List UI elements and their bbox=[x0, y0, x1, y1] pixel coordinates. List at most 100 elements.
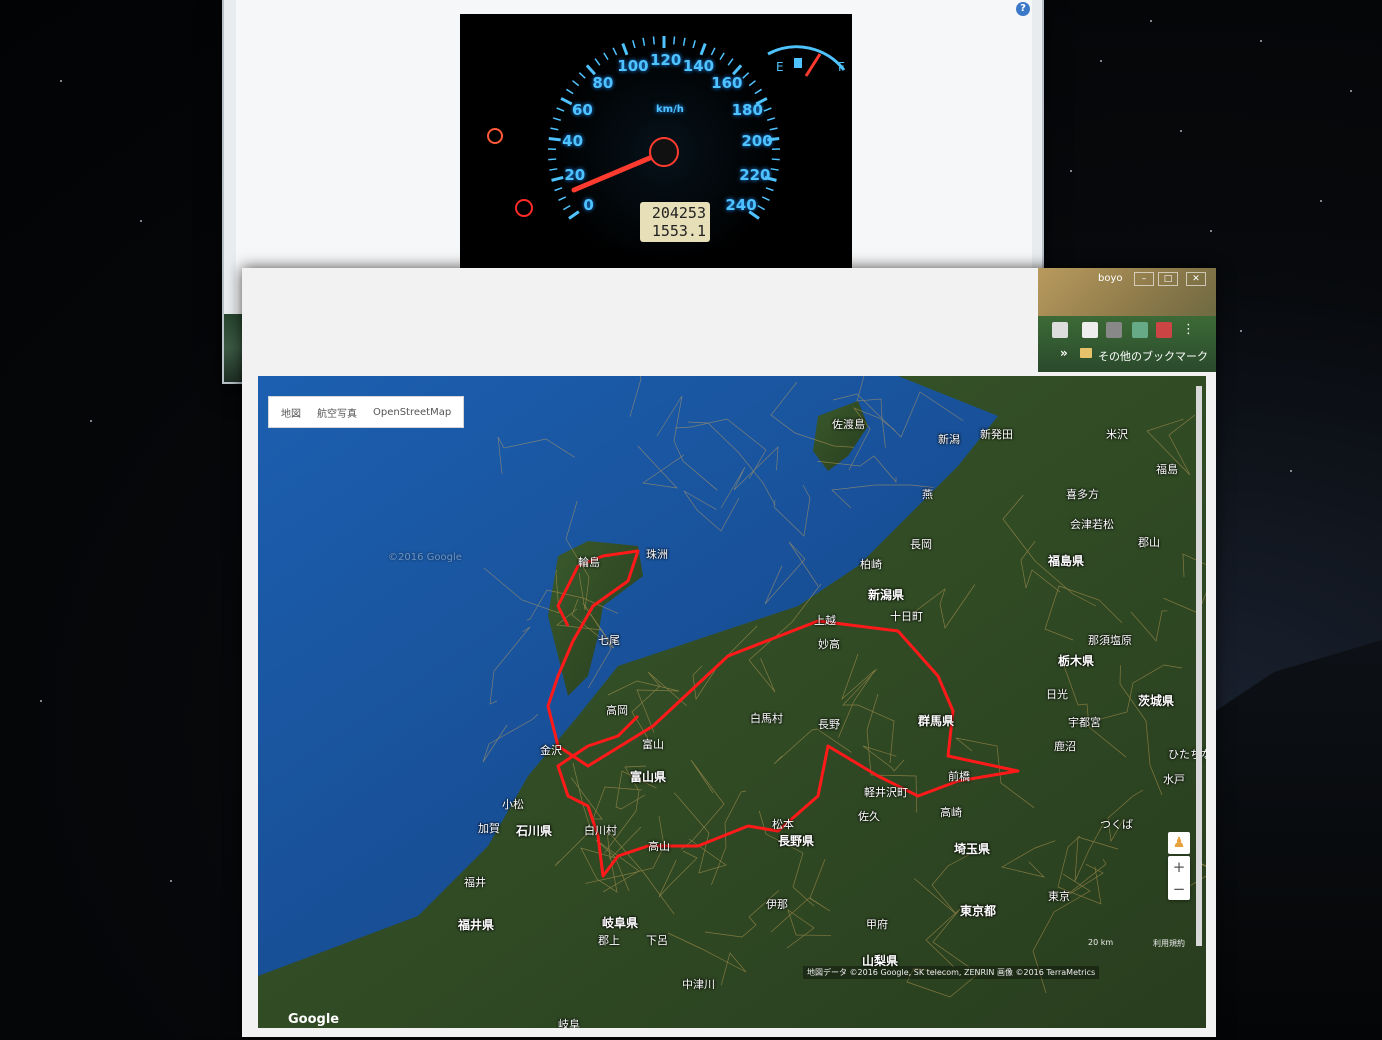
cursor-extension-icon[interactable] bbox=[1052, 322, 1068, 338]
dial-tick bbox=[758, 206, 765, 210]
place-label: つくば bbox=[1100, 816, 1133, 832]
terms-link[interactable]: 利用規約 bbox=[1153, 938, 1185, 949]
dial-tick bbox=[766, 188, 774, 191]
place-label: 柏崎 bbox=[860, 556, 882, 572]
map-scrollbar[interactable] bbox=[1196, 386, 1202, 946]
dial-tick bbox=[772, 159, 780, 160]
place-label: 下呂 bbox=[646, 932, 668, 948]
prefecture-label: 富山県 bbox=[630, 768, 666, 785]
minimize-icon[interactable]: – bbox=[1134, 272, 1154, 286]
dial-tick bbox=[549, 169, 557, 170]
map-type-roadmap[interactable]: 地図 bbox=[275, 403, 307, 422]
dial-tick bbox=[566, 89, 573, 93]
map-attribution: 地図データ ©2016 Google, SK telecom, ZENRIN 画… bbox=[803, 966, 1099, 979]
dial-tick bbox=[550, 128, 558, 130]
prefecture-label: 福島県 bbox=[1048, 552, 1084, 569]
dial-tick bbox=[552, 177, 564, 180]
map-view[interactable]: 佐渡島新潟新発田米沢福島喜多方会津若松燕長岡柏崎上越十日町妙高那須塩原日光宇都宮… bbox=[258, 376, 1206, 1028]
map-type-satellite[interactable]: 航空写真 bbox=[311, 403, 363, 422]
menu-icon[interactable]: ⋮ bbox=[1182, 322, 1198, 338]
prefecture-label: 東京都 bbox=[960, 902, 996, 919]
fuel-pump-icon bbox=[794, 58, 802, 68]
prefecture-label: 福井県 bbox=[458, 916, 494, 933]
place-label: 鹿沼 bbox=[1054, 738, 1076, 754]
zoom-in-button[interactable]: + bbox=[1168, 856, 1190, 878]
place-label: 宇都宮 bbox=[1068, 714, 1101, 730]
place-label: 岐阜 bbox=[558, 1016, 580, 1028]
map-type-switcher: 地図 航空写真 OpenStreetMap bbox=[268, 396, 464, 428]
dial-tick bbox=[643, 38, 644, 46]
prefecture-label: 長野県 bbox=[778, 832, 814, 849]
place-label: 伊那 bbox=[766, 896, 788, 912]
street-view-pegman-icon[interactable]: ♟ bbox=[1168, 832, 1190, 854]
dial-tick bbox=[755, 89, 762, 93]
dial-tick bbox=[595, 59, 600, 65]
parking-brake-warning-icon bbox=[516, 200, 532, 216]
dial-tick bbox=[553, 118, 561, 120]
dial-tick bbox=[767, 118, 775, 120]
maps-extension-icon[interactable] bbox=[1156, 322, 1172, 338]
dial-tick bbox=[579, 73, 585, 78]
other-bookmarks-folder[interactable]: その他のブックマーク bbox=[1098, 348, 1208, 364]
google-logo: Google bbox=[288, 1012, 339, 1027]
place-label: 郡山 bbox=[1138, 534, 1160, 550]
place-label: 長野 bbox=[818, 716, 840, 732]
satellite-map bbox=[258, 376, 1206, 1028]
dial-tick bbox=[711, 48, 715, 55]
dial-tick bbox=[749, 81, 755, 86]
star bbox=[140, 220, 142, 222]
star bbox=[1180, 130, 1182, 132]
star bbox=[90, 420, 92, 422]
place-label: 富山 bbox=[642, 736, 664, 752]
prefecture-label: 栃木県 bbox=[1058, 652, 1094, 669]
dial-tick bbox=[733, 65, 741, 74]
place-label: 新発田 bbox=[980, 426, 1013, 442]
dial-tick bbox=[749, 212, 759, 219]
odometer-value: 204253 bbox=[644, 204, 706, 222]
dial-tick bbox=[743, 73, 749, 78]
zoom-out-button[interactable]: − bbox=[1168, 878, 1190, 900]
place-label: 中津川 bbox=[682, 976, 715, 992]
star bbox=[60, 80, 62, 82]
page-extension-icon[interactable] bbox=[1082, 322, 1098, 338]
dial-tick bbox=[770, 128, 778, 130]
browser-window: boyo – □ ✕ ⋮ » その他のブックマーク bbox=[242, 268, 1216, 1037]
place-label: 小松 bbox=[502, 796, 524, 812]
place-label: 前橋 bbox=[948, 768, 970, 784]
bookmarks-overflow-button[interactable]: » bbox=[1060, 346, 1068, 360]
dial-tick bbox=[557, 108, 564, 111]
map-watermark: ©2016 Google bbox=[388, 552, 462, 563]
seatbelt-warning-icon bbox=[488, 129, 502, 143]
ip-extension-icon[interactable] bbox=[1132, 322, 1148, 338]
close-icon[interactable]: ✕ bbox=[1186, 272, 1206, 286]
dial-tick bbox=[771, 169, 779, 170]
dial-tick bbox=[693, 40, 695, 48]
star bbox=[170, 880, 172, 882]
dial-tick bbox=[767, 139, 779, 140]
dial-tick bbox=[613, 48, 617, 55]
extension-icon[interactable] bbox=[1106, 322, 1122, 338]
help-icon[interactable]: ? bbox=[1016, 2, 1030, 16]
needle-hub bbox=[650, 138, 678, 166]
star bbox=[1070, 170, 1072, 172]
zoom-control: + − bbox=[1168, 856, 1190, 900]
profile-name[interactable]: boyo bbox=[1098, 273, 1123, 284]
star bbox=[1150, 20, 1152, 22]
place-label: 佐渡島 bbox=[832, 416, 865, 432]
place-label: 金沢 bbox=[540, 742, 562, 758]
dial-tick bbox=[587, 65, 595, 74]
place-label: 白川村 bbox=[584, 822, 617, 838]
place-label: 十日町 bbox=[890, 608, 923, 624]
dial-tick bbox=[633, 40, 635, 48]
place-label: 珠洲 bbox=[646, 546, 668, 562]
dial-tick bbox=[563, 206, 570, 210]
map-type-osm[interactable]: OpenStreetMap bbox=[367, 405, 457, 420]
dial-tick bbox=[684, 38, 685, 46]
star bbox=[1240, 330, 1242, 332]
maximize-icon[interactable]: □ bbox=[1158, 272, 1178, 286]
folder-icon bbox=[1080, 348, 1092, 358]
dial-tick bbox=[720, 53, 724, 60]
place-label: 高岡 bbox=[606, 702, 628, 718]
dial-tick bbox=[548, 159, 556, 160]
place-label: 福島 bbox=[1156, 461, 1178, 477]
